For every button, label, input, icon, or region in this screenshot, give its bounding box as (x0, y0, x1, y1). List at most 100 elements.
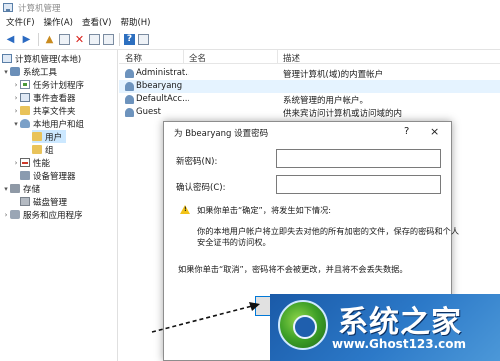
tree-label: 磁盘管理 (33, 197, 68, 208)
tree-item-performance[interactable]: › 性能 (12, 156, 50, 169)
tree-label: 事件查看器 (33, 93, 76, 104)
column-name[interactable]: 名称 (125, 52, 142, 64)
tree-item-task-scheduler[interactable]: › 任务计划程序 (12, 78, 84, 91)
properties-icon[interactable] (89, 34, 100, 45)
show-hide-tree-icon[interactable] (59, 34, 70, 45)
list-row-administrator[interactable]: Administrat... 管理计算机(域)的内置帐户 (119, 67, 500, 80)
menu-help[interactable]: 帮助(H) (120, 16, 150, 28)
list-item-name: DefaultAcc... (125, 94, 189, 104)
tree-item-storage[interactable]: ▾ 存储 (2, 182, 40, 195)
folder-icon (32, 132, 42, 141)
computer-icon (2, 54, 12, 63)
user-description: 供来宾访问计算机或访问域的内 (283, 109, 403, 119)
list-item-name: Guest (125, 107, 189, 117)
computer-management-icon (3, 3, 13, 12)
consequence-text-2: 安全证书的访问权。 (197, 237, 271, 247)
new-password-field[interactable] (276, 149, 441, 168)
chevron-right-icon[interactable]: › (2, 211, 10, 219)
chevron-right-icon[interactable]: › (12, 81, 20, 89)
performance-icon (20, 158, 30, 167)
chevron-right-icon[interactable]: › (12, 159, 20, 167)
delete-icon[interactable]: ✕ (73, 33, 86, 46)
services-icon (10, 210, 20, 219)
user-icon (125, 107, 134, 117)
event-viewer-icon (20, 93, 30, 102)
tree-item-root[interactable]: 计算机管理(本地) (2, 52, 81, 65)
user-icon (125, 81, 134, 91)
menu-view[interactable]: 查看(V) (82, 16, 111, 28)
list-row-bbearyang[interactable]: Bbearyang (119, 80, 500, 93)
column-description[interactable]: 描述 (283, 52, 300, 64)
column-fullname[interactable]: 全名 (189, 52, 206, 64)
tools-icon (10, 67, 20, 76)
consequence-text: 你的本地用户帐户将立即失去对他的所有加密的文件，保存的密码和个人 (197, 226, 460, 236)
device-manager-icon (20, 171, 30, 180)
menu-file[interactable]: 文件(F) (6, 16, 35, 28)
column-divider[interactable] (277, 50, 278, 64)
tree-item-users[interactable]: 用户 (32, 130, 67, 143)
column-divider[interactable] (183, 50, 184, 64)
chevron-down-icon[interactable]: ▾ (12, 120, 20, 128)
action-pane-icon[interactable] (138, 34, 149, 45)
warning-icon (180, 205, 190, 214)
watermark-url: www.Ghost123.com (332, 337, 467, 351)
tree-label: 存储 (23, 184, 41, 195)
user-name: Guest (136, 107, 161, 117)
users-group-icon (20, 119, 30, 128)
confirm-password-label: 确认密码(C): (176, 183, 226, 193)
forward-arrow-icon[interactable]: ▶ (20, 33, 33, 46)
tree-label: 用户 (45, 132, 63, 143)
list-row-defaultaccount[interactable]: DefaultAcc... 系统管理的用户帐户。 (119, 93, 500, 106)
list-item-name: Bbearyang (125, 81, 189, 91)
user-name: Bbearyang (136, 81, 183, 91)
menu-action[interactable]: 操作(A) (44, 16, 73, 28)
list-item-name: Administrat... (125, 68, 189, 78)
tree-item-disk-management[interactable]: 磁盘管理 (20, 195, 67, 208)
watermark-logo-icon (278, 300, 328, 350)
task-scheduler-icon (20, 80, 30, 89)
list-row-guest[interactable]: Guest 供来宾访问计算机或访问域的内 (119, 106, 500, 119)
tree-label: 计算机管理(本地) (15, 54, 82, 65)
help-button[interactable]: ? (404, 126, 409, 137)
tree-item-shared-folders[interactable]: › 共享文件夹 (12, 104, 76, 117)
new-password-label: 新密码(N): (176, 157, 218, 167)
tree-item-device-manager[interactable]: 设备管理器 (20, 169, 76, 182)
tree-item-local-users-groups[interactable]: ▾ 本地用户和组 (12, 117, 84, 130)
annotation-arrow-line (151, 304, 257, 333)
close-button[interactable]: × (430, 125, 439, 138)
user-description: 系统管理的用户帐户。 (283, 96, 369, 106)
tree-label: 系统工具 (23, 67, 58, 78)
annotation-arrow (151, 302, 260, 333)
user-icon (125, 68, 134, 78)
tree-item-system-tools[interactable]: ▾ 系统工具 (2, 65, 57, 78)
user-icon (125, 94, 134, 104)
up-folder-icon[interactable]: ▲ (43, 33, 56, 46)
back-arrow-icon[interactable]: ◀ (4, 33, 17, 46)
chevron-down-icon[interactable]: ▾ (2, 185, 10, 193)
toolbar-divider (38, 33, 39, 46)
shared-folder-icon (20, 106, 30, 115)
menu-bar: 文件(F) 操作(A) 查看(V) 帮助(H) (0, 15, 500, 29)
user-name: DefaultAcc... (136, 94, 189, 104)
warning-text: 如果你单击“确定”，将发生如下情况: (197, 205, 332, 215)
export-list-icon[interactable] (103, 34, 114, 45)
user-description: 管理计算机(域)的内置帐户 (283, 70, 384, 80)
storage-icon (10, 184, 20, 193)
toolbar: ◀ ▶ ▲ ✕ ? (0, 30, 500, 50)
tree-label: 组 (45, 145, 54, 156)
disk-management-icon (20, 197, 30, 206)
folder-icon (32, 145, 42, 154)
chevron-right-icon[interactable]: › (12, 107, 20, 115)
toolbar-divider (119, 33, 120, 46)
confirm-password-field[interactable] (276, 175, 441, 194)
chevron-right-icon[interactable]: › (12, 94, 20, 102)
user-name: Administrat... (136, 68, 189, 78)
chevron-down-icon[interactable]: ▾ (2, 68, 10, 76)
tree-item-event-viewer[interactable]: › 事件查看器 (12, 91, 76, 104)
annotation-arrow-head (249, 302, 260, 311)
tree-label: 服务和应用程序 (23, 210, 83, 221)
tree-label: 设备管理器 (33, 171, 76, 182)
help-icon[interactable]: ? (124, 34, 135, 45)
tree-item-groups[interactable]: 组 (32, 143, 54, 156)
tree-item-services-apps[interactable]: › 服务和应用程序 (2, 208, 83, 221)
